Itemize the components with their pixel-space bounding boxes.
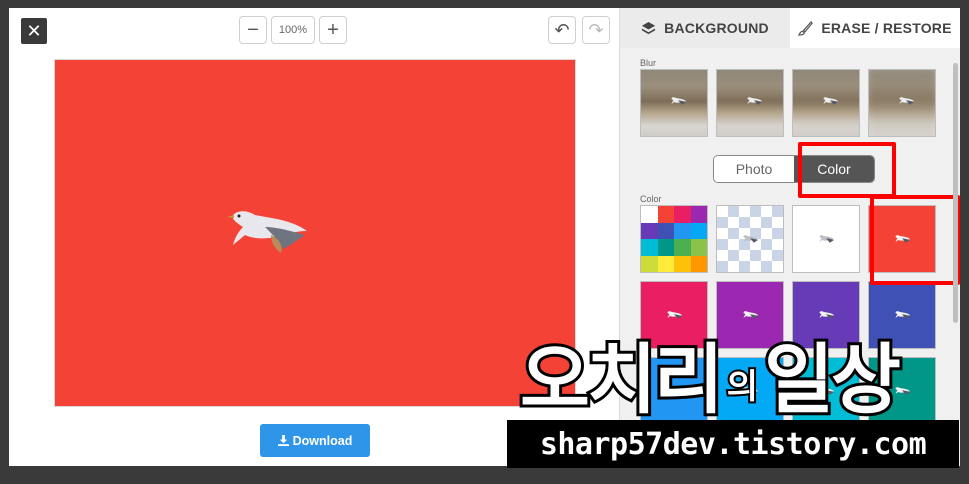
palette-grid [641, 206, 707, 272]
brush-icon [798, 20, 814, 36]
tab-background-label: BACKGROUND [664, 20, 769, 36]
minus-icon: − [247, 18, 259, 41]
undo-icon: ↶ [554, 19, 570, 40]
color-mode-highlight [798, 142, 896, 198]
download-label: Download [292, 433, 353, 448]
palette-cell [657, 239, 674, 256]
tab-erase-label: ERASE / RESTORE [821, 20, 952, 36]
palette-cell [641, 239, 658, 256]
blur-option[interactable] [716, 69, 784, 137]
watermark-title-small: 의 [725, 367, 760, 407]
zoom-level: 100% [271, 16, 315, 44]
watermark-title-part2: 일상 [761, 335, 904, 424]
palette-cell [674, 239, 691, 256]
watermark-title: 오치리 의 일상 [517, 318, 904, 424]
tab-background[interactable]: BACKGROUND [620, 8, 790, 48]
zoom-controls: − 100% + [239, 16, 347, 44]
watermark-url: sharp57dev.tistory.com [507, 420, 959, 468]
palette-cell [657, 255, 674, 272]
bird-image [227, 211, 307, 253]
tab-erase-restore[interactable]: ERASE / RESTORE [790, 8, 960, 48]
image-canvas[interactable] [54, 59, 576, 407]
palette-cell [674, 222, 691, 239]
blur-option[interactable] [868, 69, 936, 137]
close-button[interactable]: ✕ [21, 18, 47, 44]
close-icon: ✕ [26, 21, 42, 41]
selected-swatch-highlight [870, 195, 960, 285]
color-label: Color [640, 194, 662, 204]
palette-cell [690, 206, 707, 223]
palette-cell [657, 206, 674, 223]
zoom-in-button[interactable]: + [319, 16, 347, 44]
watermark-title-part1: 오치리 [517, 335, 727, 424]
plus-icon: + [327, 18, 339, 41]
panel-scrollbar[interactable] [953, 63, 958, 323]
color-swatch[interactable] [792, 205, 860, 273]
bird-thumbnail-icon [747, 97, 763, 105]
color-swatch[interactable] [716, 205, 784, 273]
download-icon [277, 435, 289, 446]
palette-cell [690, 222, 707, 239]
palette-cell [641, 255, 658, 272]
redo-icon: ↷ [588, 19, 604, 40]
bird-thumbnail-icon [899, 97, 915, 105]
layers-icon [642, 21, 656, 34]
bird-thumbnail-icon [671, 97, 687, 105]
bird-thumbnail-icon [819, 235, 835, 243]
bird-thumbnail-icon [823, 97, 839, 105]
bird-thumbnail-icon [743, 235, 759, 243]
blur-option[interactable] [792, 69, 860, 137]
download-button[interactable]: Download [260, 424, 370, 457]
palette-cell [674, 206, 691, 223]
color-swatch[interactable] [640, 205, 708, 273]
photo-mode-button[interactable]: Photo [714, 156, 794, 182]
panel-tabs: BACKGROUND ERASE / RESTORE [620, 8, 960, 48]
zoom-out-button[interactable]: − [239, 16, 267, 44]
palette-cell [690, 239, 707, 256]
palette-cell [641, 206, 658, 223]
palette-cell [690, 255, 707, 272]
blur-label: Blur [640, 58, 657, 68]
palette-cell [641, 222, 658, 239]
redo-button[interactable]: ↷ [582, 16, 610, 44]
palette-cell [674, 255, 691, 272]
blur-option[interactable] [640, 69, 708, 137]
undo-button[interactable]: ↶ [548, 16, 576, 44]
palette-cell [657, 222, 674, 239]
history-controls: ↶ ↷ [548, 16, 610, 44]
